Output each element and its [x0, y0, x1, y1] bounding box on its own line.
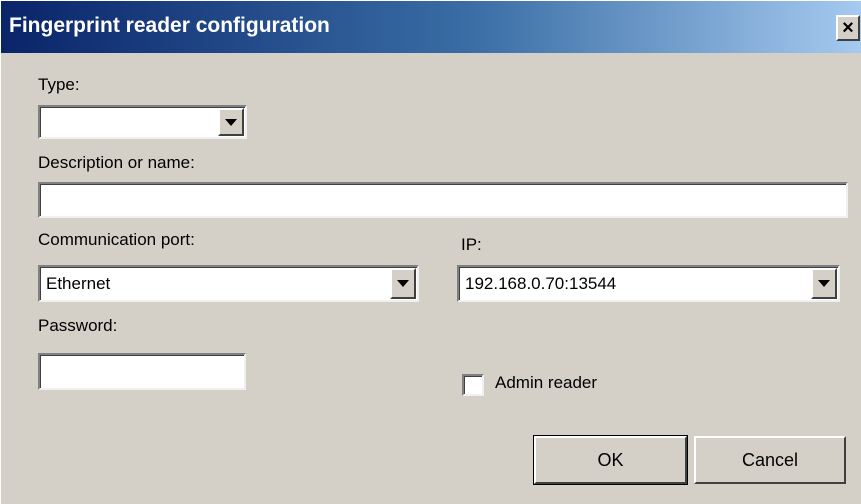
cancel-button[interactable]: Cancel [694, 436, 846, 484]
port-label: Communication port: [38, 230, 195, 249]
ip-combo[interactable]: 192.168.0.70:13544 [457, 265, 840, 302]
port-dropdown-button[interactable] [390, 268, 416, 299]
close-icon: × [842, 17, 854, 39]
description-label: Description or name: [38, 153, 195, 172]
ip-combo-value: 192.168.0.70:13544 [465, 273, 617, 293]
chevron-down-icon [397, 280, 409, 287]
ip-dropdown-button[interactable] [811, 268, 837, 299]
window-title: Fingerprint reader configuration [9, 14, 330, 37]
ok-button[interactable]: OK [533, 435, 688, 485]
admin-reader-checkbox[interactable] [462, 374, 484, 396]
port-combo[interactable]: Ethernet [38, 265, 419, 302]
password-label: Password: [38, 316, 118, 335]
cancel-button-label: Cancel [741, 449, 799, 470]
port-combo-value: Ethernet [46, 273, 111, 293]
type-combo[interactable] [38, 105, 247, 139]
description-input[interactable] [38, 182, 848, 218]
type-dropdown-button[interactable] [218, 108, 244, 136]
password-input[interactable] [38, 353, 246, 390]
close-button[interactable]: × [836, 15, 860, 41]
admin-reader-label[interactable]: Admin reader [495, 373, 597, 393]
type-label: Type: [38, 75, 80, 94]
fingerprint-config-dialog: Fingerprint reader configuration × Type:… [0, 0, 861, 504]
chevron-down-icon [818, 280, 830, 287]
ok-button-label: OK [597, 449, 624, 470]
title-bar[interactable]: Fingerprint reader configuration × [1, 1, 861, 53]
chevron-down-icon [225, 118, 237, 126]
ip-label: IP: [461, 235, 482, 254]
